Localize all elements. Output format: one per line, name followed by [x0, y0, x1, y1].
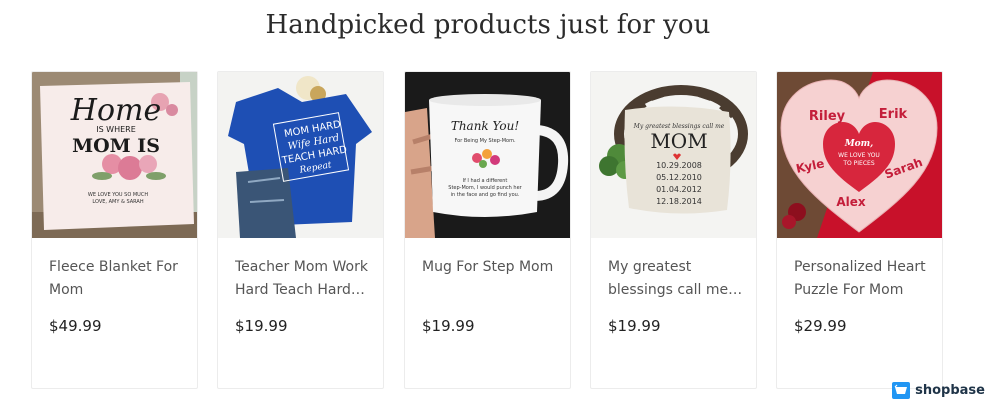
product-image[interactable]: Thank You! For Being My Step-Mom. If I h… [405, 72, 570, 238]
product-image[interactable]: Riley Erik Mom, WE LOVE YOU TO PIECES Ky… [777, 72, 942, 238]
svg-text:Alex: Alex [836, 195, 866, 209]
product-card[interactable]: Thank You! For Being My Step-Mom. If I h… [404, 71, 571, 389]
svg-text:IS WHERE: IS WHERE [96, 125, 136, 134]
heart-puzzle-image: Riley Erik Mom, WE LOVE YOU TO PIECES Ky… [777, 72, 942, 238]
mug-image: Thank You! For Being My Step-Mom. If I h… [405, 72, 570, 238]
svg-text:If I had a different: If I had a different [463, 178, 508, 184]
product-card[interactable]: My greatest blessings call me MOM 10.29.… [590, 71, 757, 389]
svg-text:05.12.2010: 05.12.2010 [656, 173, 702, 182]
pillow-image: My greatest blessings call me MOM 10.29.… [591, 72, 756, 238]
svg-text:LOVE, AMY & SARAH: LOVE, AMY & SARAH [92, 199, 143, 205]
svg-text:WE LOVE YOU SO MUCH: WE LOVE YOU SO MUCH [88, 192, 148, 198]
product-image[interactable]: Home IS WHERE MOM IS WE LOVE YOU SO MUCH… [32, 72, 197, 238]
blanket-image: Home IS WHERE MOM IS WE LOVE YOU SO MUCH… [32, 72, 197, 238]
product-price: $49.99 [49, 317, 102, 335]
svg-text:01.04.2012: 01.04.2012 [656, 185, 702, 194]
shopbase-brand-name: shopbase [915, 383, 985, 398]
product-name[interactable]: Personalized Heart Puzzle For Mom [794, 256, 930, 302]
svg-text:Riley: Riley [809, 109, 846, 124]
product-card[interactable]: Riley Erik Mom, WE LOVE YOU TO PIECES Ky… [776, 71, 943, 389]
product-card[interactable]: MOM HARD Wife Hard TEACH HARD Repeat Tea… [217, 71, 384, 389]
svg-text:Step-Mom, I would punch her: Step-Mom, I would punch her [448, 185, 522, 191]
svg-text:MOM IS: MOM IS [72, 135, 160, 157]
svg-text:Mom,: Mom, [844, 139, 874, 149]
product-image[interactable]: MOM HARD Wife Hard TEACH HARD Repeat [218, 72, 383, 238]
product-price: $19.99 [608, 317, 661, 335]
svg-text:10.29.2008: 10.29.2008 [656, 161, 702, 170]
product-name[interactable]: Fleece Blanket For Mom [49, 256, 185, 302]
svg-text:TO PIECES: TO PIECES [842, 160, 874, 167]
svg-text:Home: Home [70, 93, 161, 128]
shopbase-branding[interactable]: shopbase [892, 382, 985, 399]
product-price: $29.99 [794, 317, 847, 335]
section-title: Handpicked products just for you [265, 10, 711, 40]
product-price: $19.99 [422, 317, 475, 335]
product-name[interactable]: My greatest blessings call me Mom [608, 256, 744, 302]
svg-text:Erik: Erik [879, 107, 908, 122]
product-image[interactable]: My greatest blessings call me MOM 10.29.… [591, 72, 756, 238]
svg-text:For Being My Step-Mom.: For Being My Step-Mom. [454, 138, 516, 144]
tshirt-image: MOM HARD Wife Hard TEACH HARD Repeat [218, 72, 383, 238]
product-price: $19.99 [235, 317, 288, 335]
product-name[interactable]: Teacher Mom Work Hard Teach Hard Repeat [235, 256, 371, 302]
svg-text:MOM: MOM [650, 129, 707, 153]
svg-text:in the face and go find you.: in the face and go find you. [451, 192, 520, 198]
shopbase-logo-icon [892, 382, 911, 399]
product-card[interactable]: Home IS WHERE MOM IS WE LOVE YOU SO MUCH… [31, 71, 198, 389]
product-name[interactable]: Mug For Step Mom [422, 256, 558, 279]
svg-text:WE LOVE YOU: WE LOVE YOU [838, 152, 880, 159]
svg-text:Thank You!: Thank You! [451, 119, 520, 133]
svg-text:12.18.2014: 12.18.2014 [656, 197, 702, 206]
